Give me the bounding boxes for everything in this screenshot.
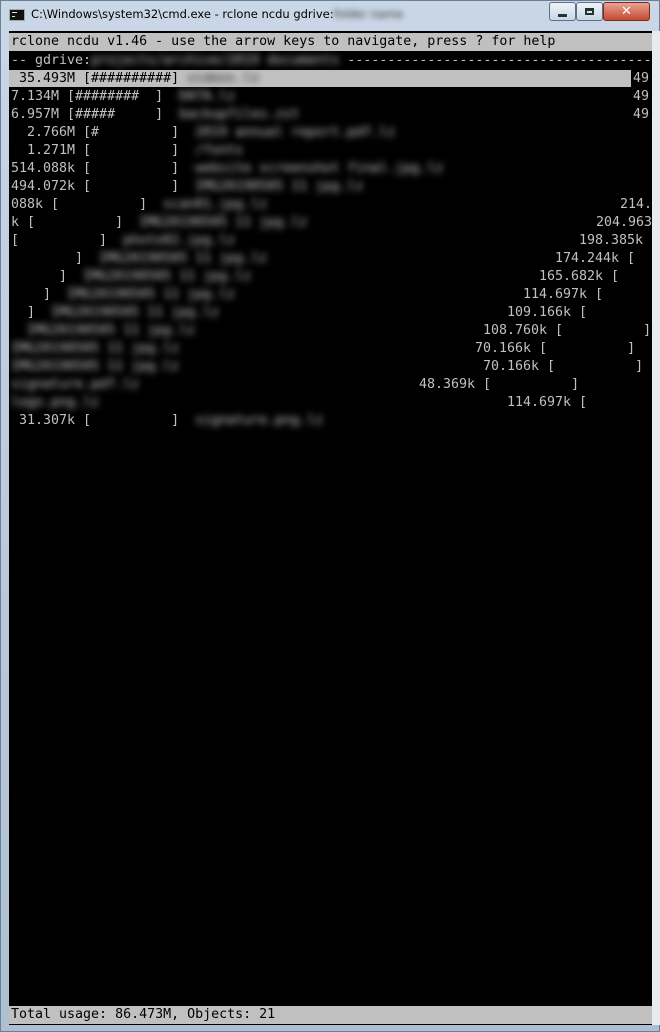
title-bar[interactable]: C:\Windows\system32\cmd.exe - rclone ncd…	[1, 1, 659, 29]
entry-size-bar: 6.957M [##### ]	[11, 107, 180, 122]
entry-size-bar: 7.134M [######## ]	[11, 89, 180, 104]
entry-size-bar: 2.766M [# ]	[11, 125, 196, 140]
list-item[interactable]: ] IMG20190505 11 jpg.lz	[11, 286, 235, 303]
entry-size-bar: 31.307k [ ]	[11, 413, 196, 428]
entry-name: /fonts	[195, 143, 244, 158]
entry-size-bar: 1.271M [ ]	[11, 143, 196, 158]
wrapped-text: 49	[633, 89, 650, 104]
entry-size-bar: ]	[19, 251, 100, 266]
close-icon: ✕	[621, 4, 632, 19]
wrapped-text: 204.963	[596, 215, 652, 230]
wrapped-text: 114.697k [	[507, 395, 588, 410]
entry-name: scan01.jpg.lz	[163, 197, 268, 212]
list-item[interactable]: 35.493M [##########] videos.lz	[11, 70, 259, 87]
entry-name: DATA.lz	[179, 89, 236, 104]
maximize-icon	[585, 8, 594, 15]
current-path: -- gdrive:projects/archive/2019 document…	[11, 53, 652, 69]
wrapped-text: 48.369k [ ]	[419, 377, 596, 392]
entry-name: signature.png.lz	[195, 413, 324, 428]
entry-name: logo.png.lz	[11, 395, 100, 410]
entry-name: IMG20190505 11 jpg.lz	[83, 269, 252, 284]
list-item[interactable]: IMG20190505 11 jpg.lz	[11, 322, 195, 339]
list-item[interactable]: 31.307k [ ] signature.png.lz	[11, 412, 323, 429]
entry-name: IMG20190505 11 jpg.lz	[27, 323, 196, 338]
list-item[interactable]: ] IMG20190505 11 jpg.lz	[11, 304, 219, 321]
path-dashes: ----------------------------------------…	[339, 53, 652, 68]
title-text-main: C:\Windows\system32\cmd.exe - rclone ncd…	[31, 7, 334, 21]
wrapped-text: 70.166k [ ]	[483, 359, 644, 374]
wrapped-text: 49	[633, 107, 650, 122]
entry-name: IMG20190505 11 jpg.lz	[11, 341, 180, 356]
entry-name: IMG20190505 11 jpg.lz	[11, 359, 180, 374]
list-item[interactable]: ] IMG20190505 11 jpg.lz	[11, 268, 251, 285]
maximize-button[interactable]	[576, 2, 603, 21]
cmd-icon	[9, 9, 25, 21]
list-item[interactable]: 1.271M [ ] /fonts	[11, 142, 243, 159]
entry-name: IMG20190505 11 jpg.lz	[51, 305, 220, 320]
entry-name: IMG20190505 11 jpg.lz	[195, 179, 364, 194]
entry-name: IMG20190505 11 jpg.lz	[139, 215, 308, 230]
wrapped-text: 70.166k [ ]	[475, 341, 636, 356]
console-window: C:\Windows\system32\cmd.exe - rclone ncd…	[0, 0, 660, 1032]
scrollbar[interactable]	[652, 31, 660, 1025]
entry-name: signature.pdf.lz	[11, 377, 140, 392]
wrapped-text: 198.385k	[579, 233, 644, 248]
list-item[interactable]: logo.png.lz	[11, 394, 99, 411]
wrapped-text: 109.166k [	[507, 305, 588, 320]
entry-name: videos.lz	[187, 71, 260, 86]
entry-size-bar: 494.072k [ ]	[11, 179, 196, 194]
list-item[interactable]: 514.088k [ ] website screenshot final.jp…	[11, 160, 443, 177]
path-prefix: -- gdrive:	[11, 53, 92, 68]
list-item[interactable]: 088k [ ] scan01.jpg.lz	[11, 196, 267, 213]
wrapped-text: 114.697k [	[523, 287, 604, 302]
list-item[interactable]: k [ ] IMG20190505 11 jpg.lz	[11, 214, 307, 231]
list-item[interactable]: ] IMG20190505 11 jpg.lz	[19, 250, 267, 267]
minimize-button[interactable]	[549, 2, 576, 21]
list-item[interactable]: 7.134M [######## ] DATA.lz	[11, 88, 235, 105]
wrapped-text: 165.682k [	[539, 269, 620, 284]
entry-name: photo02.jpg.lz	[123, 233, 236, 248]
wrapped-text: 108.760k [ ]	[483, 323, 652, 338]
entry-size-bar: ]	[11, 287, 68, 302]
entry-size-bar: ]	[11, 269, 84, 284]
entry-name: website screenshot final.jpg.lz	[195, 161, 444, 176]
wrapped-text: 214.	[620, 197, 652, 212]
list-item[interactable]: 2.766M [# ] 2019 annual report.pdf.lz	[11, 124, 395, 141]
entry-size-bar	[11, 323, 27, 338]
list-item[interactable]: IMG20190505 11 jpg.lz	[11, 340, 179, 357]
entry-size-bar: k [ ]	[11, 215, 140, 230]
window-title: C:\Windows\system32\cmd.exe - rclone ncd…	[31, 7, 403, 21]
minimize-icon	[558, 13, 567, 17]
list-item[interactable]: 6.957M [##### ] backupfiles.zst	[11, 106, 299, 123]
entry-name: backupfiles.zst	[179, 107, 300, 122]
list-item[interactable]: signature.pdf.lz	[11, 376, 139, 393]
close-button[interactable]: ✕	[603, 2, 650, 21]
title-redacted-text: folder name	[333, 7, 404, 21]
entry-size-bar: ]	[11, 305, 52, 320]
status-bar: Total usage: 86.473M, Objects: 21	[9, 1006, 652, 1024]
list-item[interactable]: [ ] photo02.jpg.lz	[11, 232, 235, 249]
list-item[interactable]: 494.072k [ ] IMG20190505 11 jpg.lz	[11, 178, 363, 195]
entry-size-bar: 088k [ ]	[11, 197, 164, 212]
entry-size-bar: 35.493M [##########]	[11, 71, 188, 86]
wrapped-text: 174.244k [	[555, 251, 636, 266]
entry-size-bar: [ ]	[11, 233, 124, 248]
wrapped-text: 49	[633, 71, 650, 86]
ncdu-header: rclone ncdu v1.46 - use the arrow keys t…	[9, 33, 652, 51]
path-redacted: projects/archive/2019 documents	[91, 53, 340, 68]
console-area[interactable]: rclone ncdu v1.46 - use the arrow keys t…	[9, 31, 652, 1025]
entry-name: 2019 annual report.pdf.lz	[195, 125, 396, 140]
list-item[interactable]: IMG20190505 11 jpg.lz	[11, 358, 179, 375]
entry-size-bar: 514.088k [ ]	[11, 161, 196, 176]
entry-name: IMG20190505 11 jpg.lz	[99, 251, 268, 266]
entry-name: IMG20190505 11 jpg.lz	[67, 287, 236, 302]
